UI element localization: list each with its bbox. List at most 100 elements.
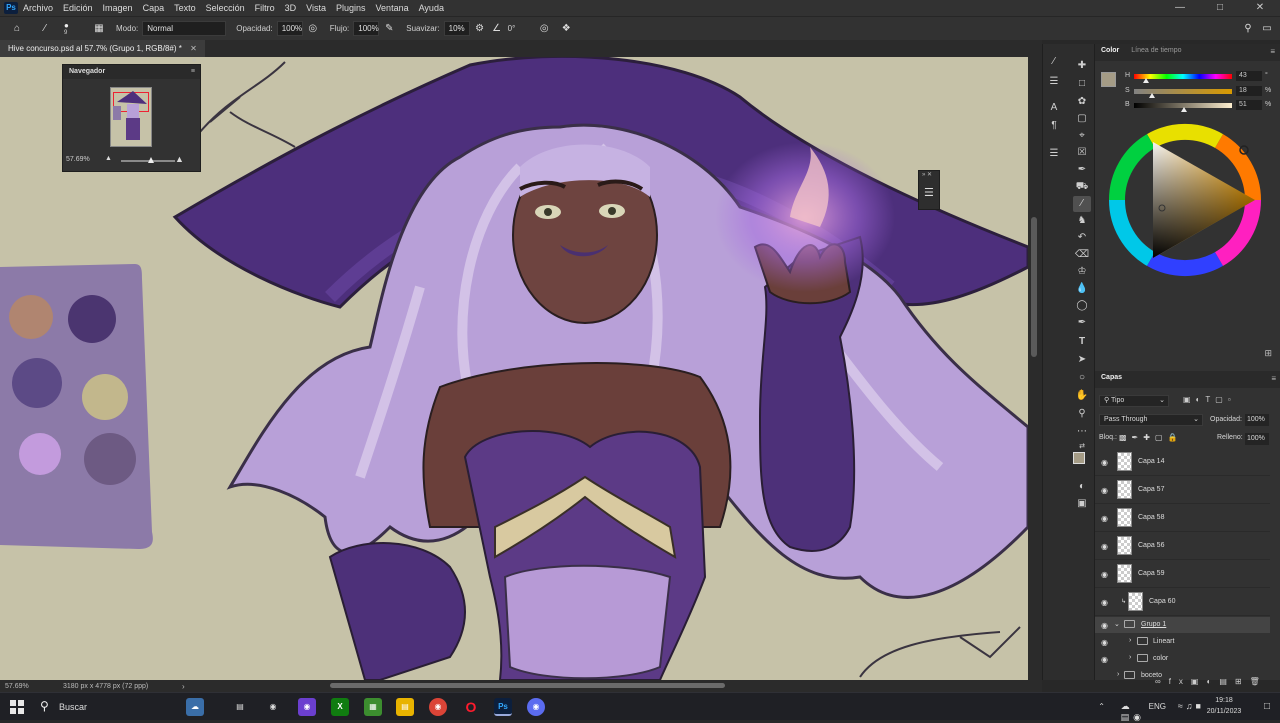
brightness-value[interactable]: 51	[1236, 100, 1262, 110]
visibility-eye-icon[interactable]: ◉	[1101, 655, 1108, 664]
visibility-eye-icon[interactable]: ◉	[1101, 514, 1108, 523]
smoothing-gear-icon[interactable]: ⚙	[473, 22, 487, 36]
windows-start-icon[interactable]	[10, 700, 24, 714]
workspace-icon[interactable]: ▭	[1260, 22, 1274, 36]
zoom-out-icon[interactable]: ▲	[105, 155, 112, 162]
hue-slider-marker[interactable]	[1142, 78, 1149, 83]
chevron-right-icon[interactable]: ›	[1129, 637, 1131, 644]
panel-collapse-icon[interactable]: »	[192, 57, 196, 64]
home-icon[interactable]: ⌂	[10, 22, 24, 36]
color-panel-foreground[interactable]	[1101, 72, 1116, 87]
brightness-slider-marker[interactable]	[1180, 107, 1187, 112]
task-view-icon[interactable]: ▤	[231, 698, 249, 716]
maximize-icon[interactable]: □	[1200, 0, 1240, 16]
navigator-zoom-value[interactable]: 57.69%	[66, 156, 90, 163]
dodge-tool-icon[interactable]: ◯	[1073, 298, 1091, 314]
layer-filter-icons[interactable]: ▣◐T▢▫	[1183, 395, 1236, 404]
saturation-slider-marker[interactable]	[1148, 93, 1155, 98]
lock-icons[interactable]: ▩✒✚▢🔒	[1119, 433, 1182, 442]
swatch-1[interactable]	[68, 295, 116, 343]
brush-preset-icon[interactable]: ⁄	[1045, 54, 1063, 70]
clock-date[interactable]: 20/11/2023	[1205, 708, 1243, 715]
tab-color[interactable]: Color	[1095, 44, 1125, 61]
zoom-in-icon[interactable]: ▲	[175, 154, 184, 164]
blend-mode-select[interactable]: Pass Through ⌄	[1099, 414, 1203, 426]
search-icon[interactable]: ⚲	[1241, 22, 1255, 36]
paint-bucket-icon[interactable]: ♔	[1073, 264, 1091, 280]
visibility-eye-icon[interactable]: ◉	[1101, 542, 1108, 551]
layer-item-3[interactable]: ◉ Capa 56	[1095, 533, 1270, 560]
flow-input[interactable]: 100%	[353, 21, 380, 36]
history-brush-icon[interactable]: ↶	[1073, 230, 1091, 246]
layer-item-2[interactable]: ◉ Capa 58	[1095, 505, 1270, 532]
brush-settings-icon[interactable]: ▦	[92, 22, 106, 36]
shape-tool-icon[interactable]: ○	[1073, 370, 1091, 386]
move-tool-icon[interactable]: ✚	[1073, 58, 1091, 74]
angle-value[interactable]: 0°	[508, 24, 516, 33]
layer-item-5[interactable]: ◉ ↳ Capa 60	[1095, 589, 1270, 616]
brush-tool-icon[interactable]: ⁄	[1073, 196, 1091, 212]
eraser-tool-icon[interactable]: ⌫	[1073, 247, 1091, 263]
notification-icon[interactable]: □	[1264, 701, 1270, 712]
marquee-tool-icon[interactable]: □	[1073, 76, 1091, 92]
color-wheel[interactable]	[1105, 118, 1265, 278]
widget-icon[interactable]: ☁	[186, 698, 204, 716]
layer-filter-select[interactable]: ⚲ Tipo ⌄	[1099, 395, 1169, 407]
color-panel-menu-icon[interactable]: ≡	[1270, 47, 1275, 56]
foreground-color-swatch[interactable]	[1073, 452, 1085, 464]
zoom-tool-icon[interactable]: ⚲	[1073, 406, 1091, 422]
tray-chevron-icon[interactable]: ⌃	[1098, 702, 1105, 711]
close-icon[interactable]: ✕	[1240, 0, 1280, 16]
screen-mode-icon[interactable]: ▣	[1073, 496, 1091, 512]
navigator-thumbnail[interactable]	[110, 87, 152, 147]
group-item-grupo-1[interactable]: ◉ ⌄ Grupo 1	[1095, 617, 1270, 633]
visibility-eye-icon[interactable]: ◉	[1101, 638, 1108, 647]
opera-icon[interactable]: O	[462, 698, 480, 716]
menu-filtro[interactable]: Filtro	[255, 3, 275, 13]
menu-vista[interactable]: Vista	[306, 3, 326, 13]
menu-archivo[interactable]: Archivo	[23, 3, 53, 13]
smooth-input[interactable]: 10%	[443, 21, 470, 36]
pressure-opacity-icon[interactable]: ◎	[306, 22, 320, 36]
brush-settings-panel-icon[interactable]: ☰	[1045, 74, 1063, 90]
chrome-icon[interactable]: ◉	[429, 698, 447, 716]
menu-capa[interactable]: Capa	[143, 3, 165, 13]
clone-stamp-icon[interactable]: ♞	[1073, 213, 1091, 229]
visibility-eye-icon[interactable]: ◉	[1101, 458, 1108, 467]
character-panel-icon[interactable]: A	[1045, 100, 1063, 116]
frame-tool-icon[interactable]: ☒	[1073, 145, 1091, 161]
minimize-icon[interactable]: —	[1160, 0, 1200, 16]
crop-tool-icon[interactable]: ⌖	[1073, 128, 1091, 144]
blur-tool-icon[interactable]: 💧	[1073, 281, 1091, 297]
saturation-value[interactable]: 18	[1236, 86, 1262, 96]
tab-close-icon[interactable]: ✕	[190, 44, 197, 53]
status-zoom[interactable]: 57.69%	[5, 683, 29, 690]
menu-edicion[interactable]: Edición	[63, 3, 93, 13]
minecraft-icon[interactable]: ▦	[364, 698, 382, 716]
hue-value[interactable]: 43	[1236, 71, 1262, 81]
vertical-scrollbar[interactable]	[1028, 57, 1042, 680]
swatch-2[interactable]	[12, 358, 62, 408]
visibility-eye-icon[interactable]: ◉	[1101, 621, 1108, 630]
navigator-zoom-knob[interactable]	[147, 157, 154, 163]
paragraph-panel-icon[interactable]: ¶	[1045, 118, 1063, 134]
symmetry-icon[interactable]: ❖	[559, 22, 573, 36]
language-indicator[interactable]: ENG	[1149, 702, 1166, 711]
swatch-4[interactable]	[19, 433, 61, 475]
file-explorer-icon[interactable]: ▤	[396, 698, 414, 716]
brush-settings-panel-icon[interactable]: ☰	[924, 186, 934, 199]
opacity-input[interactable]: 100%	[276, 21, 303, 36]
layers-panel-menu-icon[interactable]: ≡	[1271, 374, 1276, 383]
clock-time[interactable]: 19:18	[1205, 697, 1243, 704]
mode-select[interactable]: Normal	[142, 21, 227, 36]
lasso-tool-icon[interactable]: ✿	[1073, 94, 1091, 110]
xbox-icon[interactable]: X	[331, 698, 349, 716]
quick-mask-icon[interactable]: ◐	[1073, 479, 1091, 495]
fill-input[interactable]: 100%	[1245, 433, 1269, 445]
path-select-icon[interactable]: ➤	[1073, 352, 1091, 368]
app-icon-1[interactable]: ◉	[264, 698, 282, 716]
group-item-color[interactable]: ◉ › color	[1095, 651, 1270, 667]
visibility-eye-icon[interactable]: ◉	[1101, 486, 1108, 495]
type-tool-icon[interactable]: T	[1073, 334, 1091, 350]
menu-plugins[interactable]: Plugins	[336, 3, 366, 13]
